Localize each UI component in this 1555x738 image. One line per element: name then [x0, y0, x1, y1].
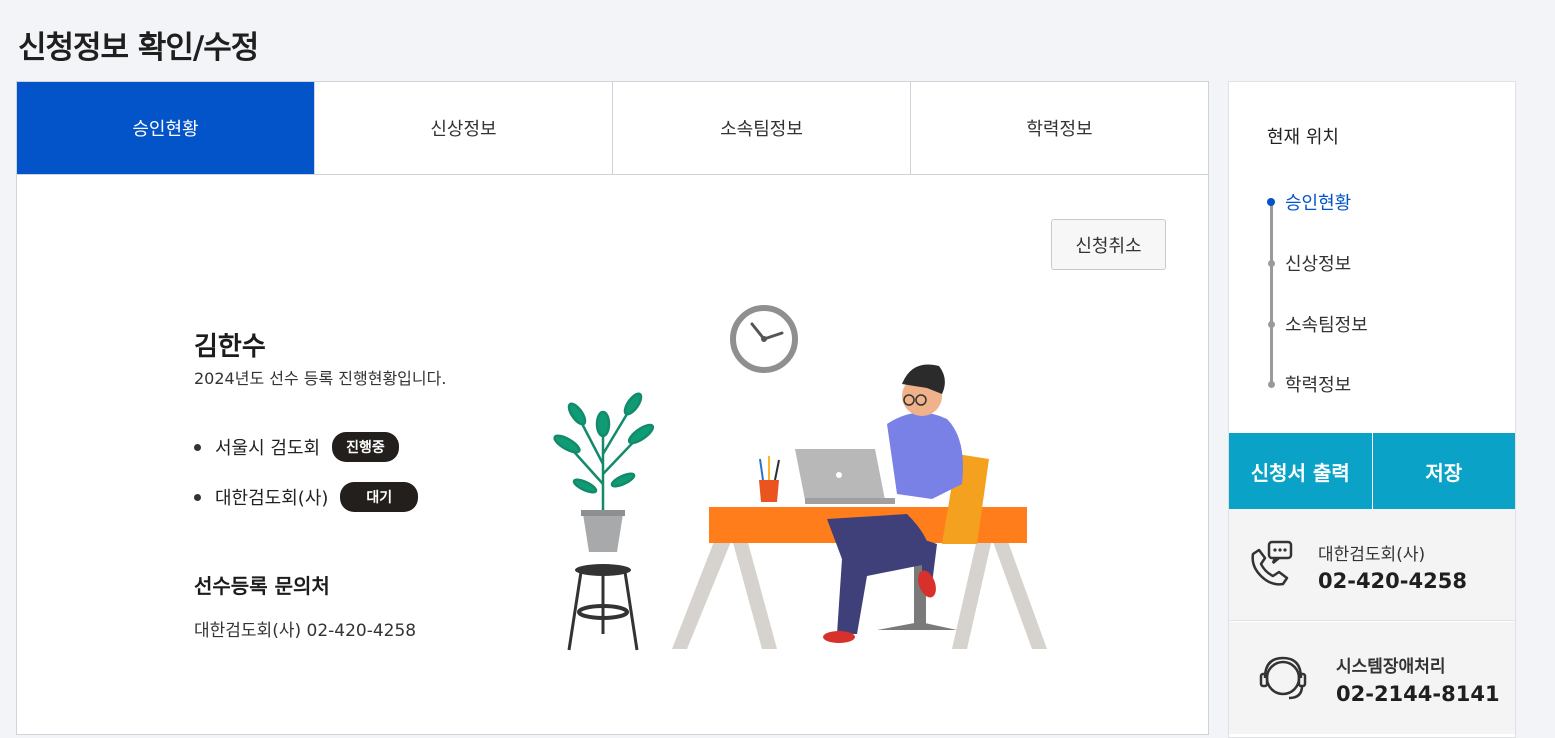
tab-bar: 승인현황 신상정보 소속팀정보 학력정보 — [17, 82, 1208, 175]
location-item-approval[interactable]: 승인현황 — [1267, 189, 1352, 215]
sidebar: 현재 위치 승인현황 신상정보 소속팀정보 학력정보 신청서 출력 저장 대한검… — [1228, 81, 1516, 738]
contact-block-kumdo: 대한검도회(사) 02-420-4258 — [1229, 509, 1515, 621]
location-label: 승인현황 — [1285, 193, 1352, 214]
plant-icon — [553, 392, 655, 651]
location-title: 현재 위치 — [1267, 127, 1339, 148]
save-button[interactable]: 저장 — [1372, 433, 1515, 509]
contact-value: 대한검도회(사) 02-420-4258 — [194, 621, 417, 641]
bullet-icon — [194, 493, 201, 501]
contact-phone: 02-2144-8141 — [1336, 682, 1500, 706]
contact-org-name: 시스템장애처리 — [1336, 657, 1446, 677]
location-dot-icon — [1268, 380, 1275, 388]
contact-phone: 02-420-4258 — [1318, 569, 1467, 593]
headset-icon — [1259, 656, 1307, 700]
location-label: 소속팀정보 — [1285, 315, 1368, 336]
tab-team-info[interactable]: 소속팀정보 — [613, 82, 911, 174]
main-panel: 승인현황 신상정보 소속팀정보 학력정보 신청취소 김한수 2024년도 선수 … — [16, 81, 1209, 735]
contact-org-name: 대한검도회(사) — [1318, 545, 1426, 565]
tab-personal-info[interactable]: 신상정보 — [315, 82, 613, 174]
status-badge: 진행중 — [332, 432, 399, 462]
contact-title: 선수등록 문의처 — [194, 574, 330, 598]
status-badge: 대기 — [340, 482, 419, 512]
user-name: 김한수 — [194, 332, 266, 362]
action-buttons: 신청서 출력 저장 — [1229, 433, 1515, 509]
org-name: 서울시 검도회 — [215, 438, 321, 459]
tab-approval-status[interactable]: 승인현황 — [17, 82, 315, 174]
registration-status-text: 2024년도 선수 등록 진행현황입니다. — [194, 369, 447, 388]
contact-block-system: 시스템장애처리 02-2144-8141 — [1229, 622, 1515, 734]
location-dot-icon — [1268, 320, 1275, 328]
list-item: 서울시 검도회 진행중 — [194, 422, 418, 472]
clock-icon — [730, 305, 798, 373]
bullet-icon — [194, 443, 201, 451]
page-title: 신청정보 확인/수정 — [18, 30, 259, 66]
cancel-application-button[interactable]: 신청취소 — [1051, 219, 1166, 270]
location-dot-icon — [1268, 259, 1275, 267]
phone-chat-icon — [1251, 540, 1293, 586]
list-item: 대한검도회(사) 대기 — [194, 472, 419, 522]
location-item-personal[interactable]: 신상정보 — [1268, 250, 1352, 276]
print-application-button[interactable]: 신청서 출력 — [1229, 433, 1373, 509]
location-label: 신상정보 — [1285, 254, 1352, 275]
org-status-list: 서울시 검도회 진행중 대한검도회(사) 대기 — [194, 422, 419, 522]
office-worker-illustration — [553, 305, 1047, 651]
location-item-education[interactable]: 학력정보 — [1268, 371, 1352, 397]
org-name: 대한검도회(사) — [215, 488, 329, 509]
location-label: 학력정보 — [1285, 375, 1352, 396]
location-item-team[interactable]: 소속팀정보 — [1268, 311, 1368, 337]
location-track — [1270, 200, 1273, 385]
tab-education-info[interactable]: 학력정보 — [911, 82, 1208, 174]
location-dot-icon — [1267, 198, 1275, 206]
